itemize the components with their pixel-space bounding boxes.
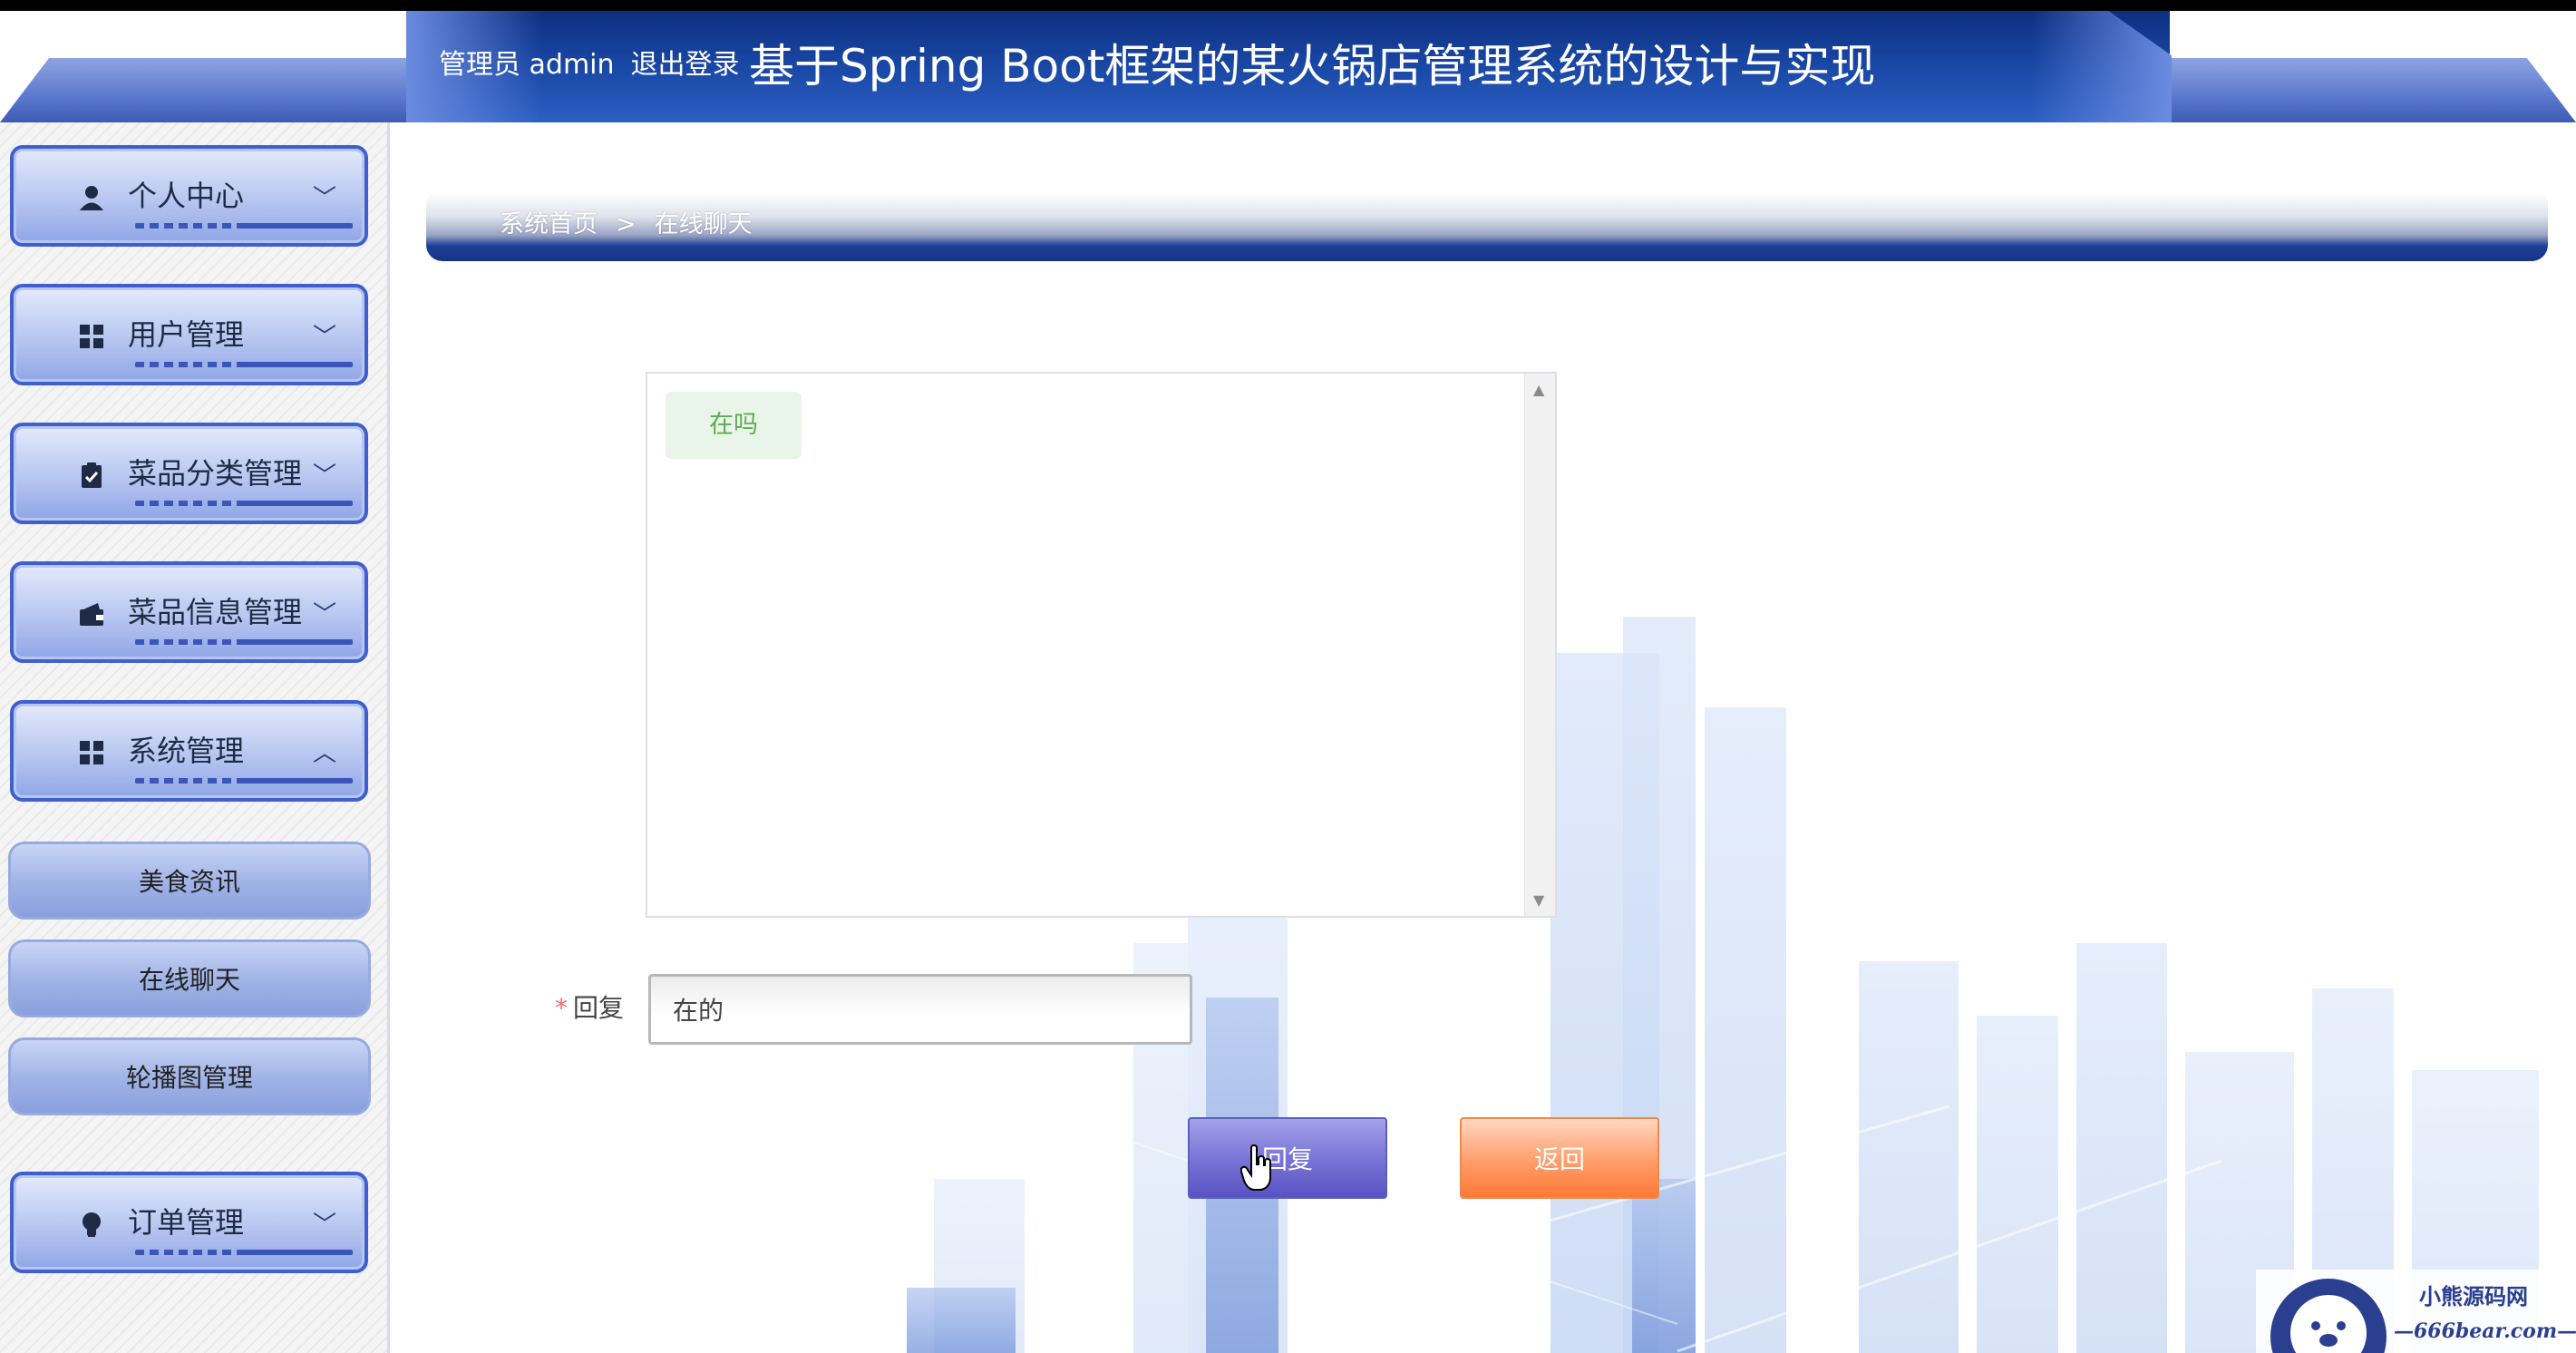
back-button[interactable]: 返回 bbox=[1460, 1117, 1659, 1199]
sidebar-group-label: 用户管理 bbox=[128, 317, 245, 352]
logout-link[interactable]: 退出登录 bbox=[631, 49, 740, 81]
chat-message-box[interactable]: 在吗 ▲ ▼ bbox=[646, 372, 1557, 918]
clipboard-check-icon bbox=[75, 459, 108, 492]
reply-button[interactable]: 回复 bbox=[1188, 1117, 1387, 1199]
header-top-strip bbox=[0, 0, 2576, 11]
menu-dash-decoration-solid bbox=[240, 362, 353, 367]
breadcrumb-separator: > bbox=[616, 210, 637, 238]
sidebar-group-dish-info[interactable]: 菜品信息管理 ﹀ bbox=[10, 561, 368, 663]
chevron-down-icon: ﹀ bbox=[313, 601, 337, 628]
scroll-up-arrow-icon[interactable]: ▲ bbox=[1533, 381, 1544, 398]
app-title: 基于Spring Boot框架的某火锅店管理系统的设计与实现 bbox=[749, 40, 1876, 92]
breadcrumb-home[interactable]: 系统首页 bbox=[500, 210, 598, 238]
sidebar-group-personal-center[interactable]: 个人中心 ﹀ bbox=[10, 145, 368, 247]
chevron-down-icon: ﹀ bbox=[313, 185, 337, 212]
required-mark: * bbox=[555, 993, 568, 1023]
breadcrumb: 系统首页 > 在线聊天 bbox=[500, 207, 753, 243]
menu-dash-decoration-solid bbox=[240, 223, 353, 229]
grid-icon bbox=[75, 736, 108, 769]
menu-dash-decoration-solid bbox=[240, 501, 353, 506]
chevron-down-icon: ﹀ bbox=[313, 324, 337, 351]
scroll-down-arrow-icon[interactable]: ▼ bbox=[1533, 891, 1544, 909]
sidebar-group-label: 菜品分类管理 bbox=[128, 456, 303, 491]
sidebar-group-label: 菜品信息管理 bbox=[128, 595, 303, 629]
chevron-down-icon: ﹀ bbox=[313, 1212, 337, 1239]
header-left-wing bbox=[0, 58, 408, 122]
reply-input[interactable] bbox=[648, 974, 1192, 1045]
chat-scrollbar[interactable]: ▲ ▼ bbox=[1524, 374, 1555, 916]
sidebar-group-order-management[interactable]: 订单管理 ﹀ bbox=[10, 1172, 368, 1273]
sidebar-group-dish-category[interactable]: 菜品分类管理 ﹀ bbox=[10, 423, 368, 524]
sidebar-group-label: 订单管理 bbox=[128, 1205, 245, 1240]
hand-cursor-icon bbox=[1240, 1144, 1271, 1191]
sidebar-group-system-management[interactable]: 系统管理 ︿ bbox=[10, 700, 368, 802]
admin-role-label: 管理员 admin bbox=[439, 49, 615, 81]
admin-info: 管理员 admin 退出登录 bbox=[439, 47, 756, 83]
sidebar-group-label: 系统管理 bbox=[128, 734, 245, 768]
chat-message-bubble: 在吗 bbox=[666, 392, 802, 459]
sidebar-group-label: 个人中心 bbox=[128, 179, 245, 213]
reply-field-label: * 回复 bbox=[555, 990, 624, 1027]
menu-dash-decoration-solid bbox=[240, 778, 353, 784]
chevron-down-icon: ﹀ bbox=[313, 462, 337, 490]
sidebar-subitem-carousel-management[interactable]: 轮播图管理 bbox=[8, 1037, 371, 1115]
grid-icon bbox=[75, 320, 108, 353]
lightbulb-icon bbox=[75, 1208, 108, 1241]
bear-logo-icon bbox=[2270, 1279, 2386, 1353]
breadcrumb-current: 在线聊天 bbox=[654, 210, 753, 238]
wallet-icon bbox=[75, 598, 108, 630]
chevron-up-icon: ︿ bbox=[313, 740, 337, 767]
sidebar-group-user-management[interactable]: 用户管理 ﹀ bbox=[10, 284, 368, 385]
watermark-site-url: —666bear.com— bbox=[2394, 1319, 2576, 1343]
menu-dash-decoration-solid bbox=[240, 639, 353, 645]
user-icon bbox=[75, 181, 108, 214]
sidebar-subitem-food-news[interactable]: 美食资讯 bbox=[8, 842, 371, 920]
watermark-site-name: 小熊源码网 bbox=[2419, 1283, 2528, 1309]
header-right-wing bbox=[2167, 58, 2576, 122]
reply-label-text: 回复 bbox=[573, 993, 625, 1023]
sidebar-subitem-online-chat[interactable]: 在线聊天 bbox=[8, 939, 371, 1017]
menu-dash-decoration-solid bbox=[240, 1250, 353, 1255]
